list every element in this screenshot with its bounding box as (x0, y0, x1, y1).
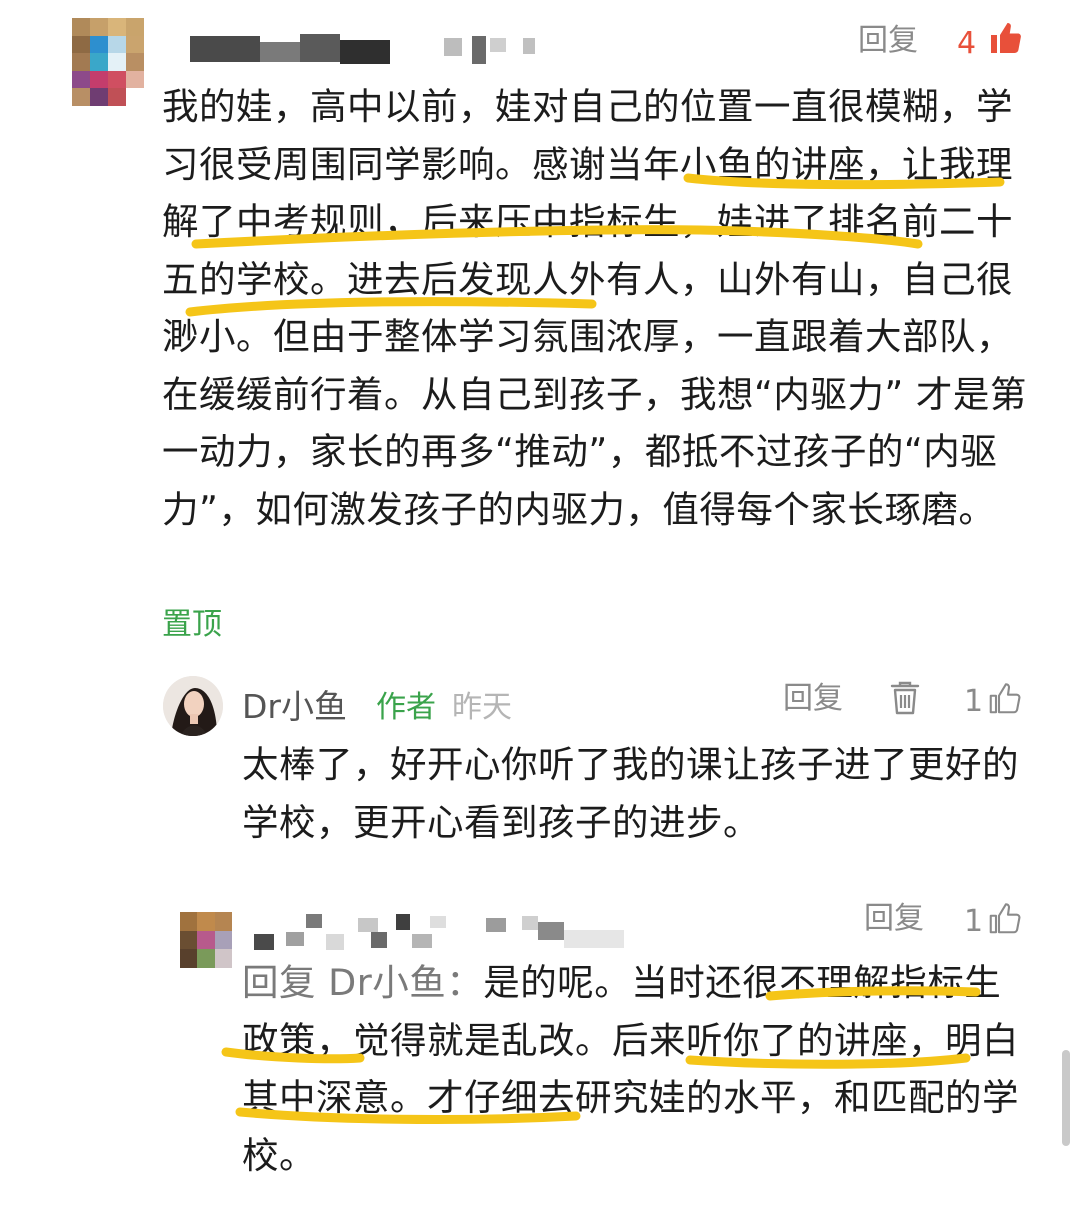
replier-name-blurred (246, 912, 636, 952)
like-count: 1 (964, 684, 984, 719)
like-count: 4 (957, 26, 977, 61)
commenter-avatar[interactable] (72, 18, 144, 106)
like-count: 1 (964, 904, 984, 939)
comment-text: 我的娃，高中以前，娃对自己的位置一直很模糊，学习很受周围同学影响。感谢当年小鱼的… (162, 85, 1027, 531)
trash-icon[interactable] (888, 680, 922, 716)
author-name[interactable]: Dr小鱼 (242, 680, 347, 728)
author-badge: 作者 (376, 690, 436, 725)
author-avatar[interactable] (163, 676, 223, 736)
thumbs-up-icon[interactable] (987, 680, 1023, 716)
commenter-name-blurred (190, 34, 550, 64)
reply-time: 昨天 (452, 690, 512, 725)
thumbs-up-icon[interactable] (987, 900, 1023, 936)
replier-avatar[interactable] (180, 912, 232, 968)
reply-button[interactable]: 回复 (858, 26, 918, 56)
thumbs-up-icon[interactable] (988, 20, 1024, 56)
pinned-label: 置顶 (162, 607, 222, 642)
user-reply-text: 回复 Dr小鱼：是的呢。当时还很不理解指标生政策，觉得就是乱改。后来听你了的讲座… (242, 954, 1032, 1184)
author-reply-text: 太棒了，好开心你听了我的课让孩子进了更好的学校，更开心看到孩子的进步。 (242, 743, 1019, 844)
reply-to-prefix: 回复 Dr小鱼： (242, 961, 484, 1004)
reply-button[interactable]: 回复 (864, 904, 924, 934)
reply-button[interactable]: 回复 (783, 684, 843, 714)
scrollbar[interactable] (1062, 1050, 1070, 1146)
